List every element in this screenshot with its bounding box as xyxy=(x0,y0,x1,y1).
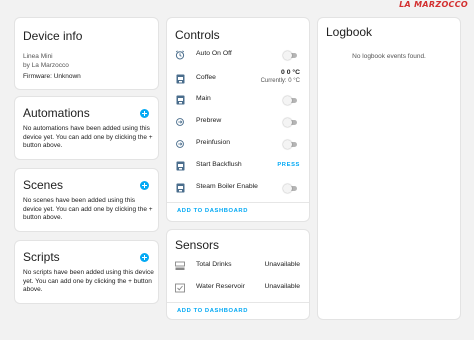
coffee-target-temp[interactable]: 0 0 °C xyxy=(281,69,300,76)
scenes-title: Scenes xyxy=(23,178,64,192)
control-row-main[interactable]: Main xyxy=(167,89,309,111)
control-label: Preinfusion xyxy=(196,139,231,146)
control-label: Start Backflush xyxy=(196,161,242,168)
logbook-card: Logbook No logbook events found. xyxy=(317,17,461,320)
automations-card: Automations No automations have been add… xyxy=(14,96,159,160)
scenes-card: Scenes No scenes have been added using t… xyxy=(14,168,159,232)
controls-title: Controls xyxy=(175,28,220,42)
coffee-current-temp: Currently: 0 °C xyxy=(260,78,300,84)
sensor-state: Unavailable xyxy=(264,283,300,290)
preinfusion-toggle[interactable] xyxy=(283,140,299,149)
scripts-card: Scripts No scripts have been added using… xyxy=(14,240,159,304)
water-pump-icon xyxy=(175,116,185,127)
device-info-card: Device info Linea Mini by La Marzocco Fi… xyxy=(14,17,159,90)
device-model: Linea Mini xyxy=(23,53,53,60)
toggle-knob xyxy=(283,118,292,127)
toggle-knob xyxy=(283,51,292,60)
control-label: Main xyxy=(196,95,211,102)
scenes-empty-text: No scenes have been added using this dev… xyxy=(23,197,153,221)
control-row-steam-boiler-enable[interactable]: Steam Boiler Enable xyxy=(167,177,309,199)
scripts-empty-text: No scripts have been added using this de… xyxy=(23,269,154,293)
sensor-state: Unavailable xyxy=(264,261,300,268)
auto-on-off-toggle[interactable] xyxy=(283,51,299,60)
device-info-title: Device info xyxy=(23,29,83,43)
sensors-title: Sensors xyxy=(175,238,220,252)
sensor-row-water-reservoir[interactable]: Water Reservoir Unavailable xyxy=(167,277,309,299)
sensors-card: Sensors Total Drinks Unavailable Water R… xyxy=(166,229,310,320)
clock-icon xyxy=(175,49,185,60)
automations-empty-text: No automations have been added using thi… xyxy=(23,125,153,149)
logbook-empty-text: No logbook events found. xyxy=(352,53,426,60)
watermark-logo: LA MARZOCCO xyxy=(399,0,468,9)
controls-card: Controls Auto On Off Coffee 0 0 °C Curre… xyxy=(166,17,310,222)
press-backflush-button[interactable]: PRESS xyxy=(277,162,300,168)
scripts-title: Scripts xyxy=(23,250,60,264)
steam-boiler-toggle[interactable] xyxy=(283,184,299,193)
sensors-add-to-dashboard-button[interactable]: ADD TO DASHBOARD xyxy=(177,308,248,314)
control-label: Steam Boiler Enable xyxy=(196,183,258,190)
sensor-label: Total Drinks xyxy=(196,261,232,268)
control-label: Prebrew xyxy=(196,117,222,124)
tray-icon xyxy=(175,260,185,271)
add-automation-button[interactable] xyxy=(140,109,149,118)
control-row-prebrew[interactable]: Prebrew xyxy=(167,111,309,133)
controls-add-to-dashboard-button[interactable]: ADD TO DASHBOARD xyxy=(177,208,248,214)
water-check-icon xyxy=(175,282,185,293)
water-pump-icon xyxy=(175,138,185,149)
device-firmware: Firmware: Unknown xyxy=(23,73,81,80)
control-row-auto-on-off[interactable]: Auto On Off xyxy=(167,44,309,66)
control-row-start-backflush: Start Backflush PRESS xyxy=(167,155,309,177)
control-row-coffee[interactable]: Coffee 0 0 °C Currently: 0 °C xyxy=(167,66,309,90)
coffee-machine-icon xyxy=(175,160,185,171)
toggle-knob xyxy=(283,184,292,193)
control-label: Coffee xyxy=(196,74,216,81)
sensor-row-total-drinks[interactable]: Total Drinks Unavailable xyxy=(167,255,309,277)
sensor-label: Water Reservoir xyxy=(196,283,245,290)
add-scene-button[interactable] xyxy=(140,181,149,190)
controls-divider xyxy=(167,202,309,203)
toggle-knob xyxy=(283,140,292,149)
device-manufacturer: by La Marzocco xyxy=(23,62,69,69)
main-toggle[interactable] xyxy=(283,96,299,105)
coffee-machine-icon xyxy=(175,182,185,193)
add-script-button[interactable] xyxy=(140,253,149,262)
coffee-machine-icon xyxy=(175,94,185,105)
logbook-title: Logbook xyxy=(326,25,373,39)
sensors-divider xyxy=(167,302,309,303)
prebrew-toggle[interactable] xyxy=(283,118,299,127)
coffee-machine-icon xyxy=(175,73,185,84)
control-row-preinfusion[interactable]: Preinfusion xyxy=(167,133,309,155)
automations-title: Automations xyxy=(23,106,90,120)
control-label: Auto On Off xyxy=(196,50,232,57)
toggle-knob xyxy=(283,96,292,105)
